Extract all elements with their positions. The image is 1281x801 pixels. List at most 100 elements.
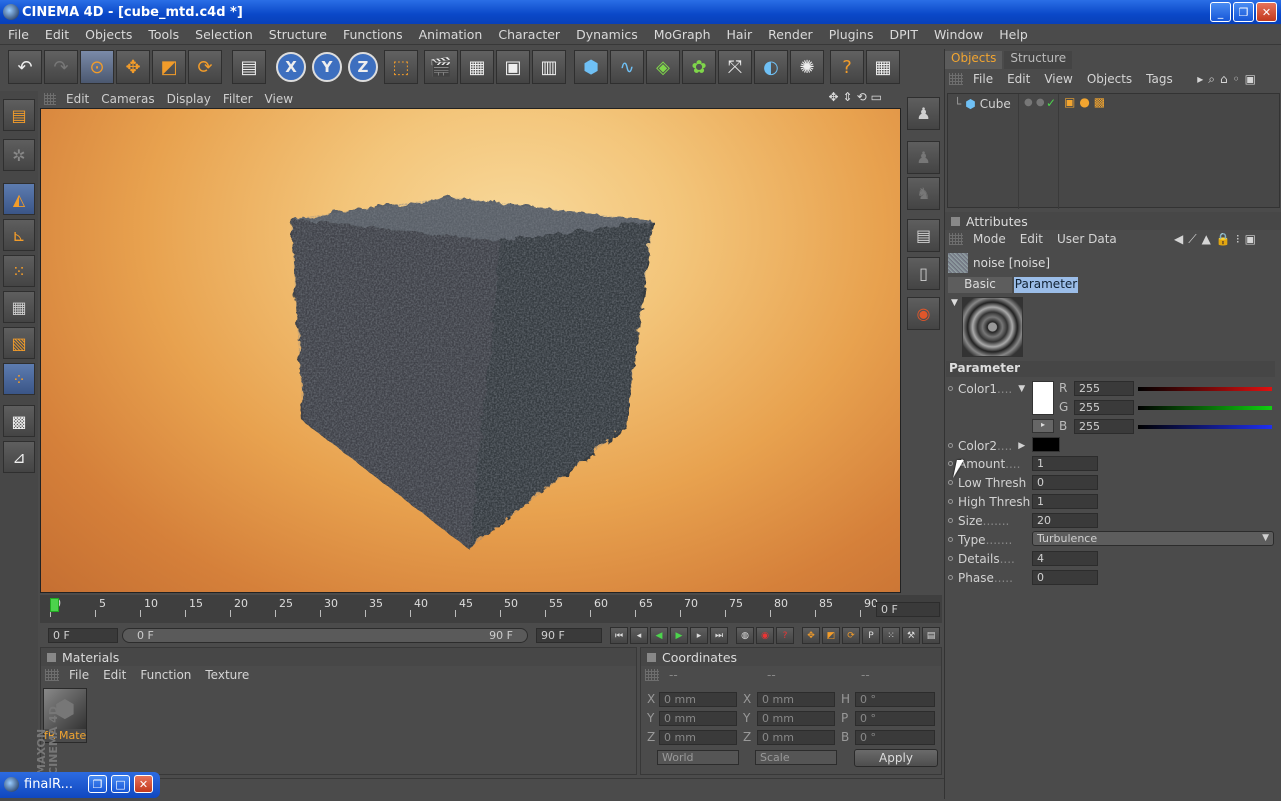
menu-window[interactable]: Window — [926, 27, 991, 42]
restore-icon[interactable]: ❐ — [1233, 2, 1254, 22]
object-row-cube[interactable]: └ ⬢ Cube — [954, 97, 1011, 111]
green-slider[interactable] — [1138, 406, 1272, 410]
objects-menu-file[interactable]: File — [973, 72, 1007, 86]
light-icon[interactable]: ✺ — [790, 50, 824, 84]
tab-basic[interactable]: Basic — [948, 277, 1012, 293]
nurbs-icon[interactable]: ◈ — [646, 50, 680, 84]
details-field[interactable]: 4 — [1032, 551, 1098, 566]
coord-position-field[interactable]: 0 mm — [659, 711, 737, 726]
key-scale-icon[interactable]: ◩ — [822, 627, 840, 644]
menu-edit[interactable]: Edit — [37, 27, 77, 42]
menu-plugins[interactable]: Plugins — [821, 27, 882, 42]
menu-hair[interactable]: Hair — [719, 27, 761, 42]
menu-render[interactable]: Render — [760, 27, 821, 42]
menu-objects[interactable]: Objects — [77, 27, 140, 42]
prev-key-icon[interactable]: ◂ — [630, 627, 648, 644]
deformer-icon[interactable]: ⤧ — [718, 50, 752, 84]
render-active-view-icon[interactable]: ▤ — [907, 219, 940, 252]
apply-button[interactable]: Apply — [854, 749, 938, 767]
attributes-menu-edit[interactable]: Edit — [1020, 232, 1057, 246]
edges-mode-icon[interactable]: ▦ — [3, 291, 35, 323]
scale-dropdown[interactable]: Scale — [755, 750, 837, 765]
key-rotation-icon[interactable]: ⟳ — [842, 627, 860, 644]
go-to-start-icon[interactable]: ⏮ — [610, 627, 628, 644]
color2-expand-icon[interactable]: ▶ — [1018, 441, 1025, 451]
key-pla-icon[interactable]: ⁙ — [882, 627, 900, 644]
scene-icon[interactable]: ◐ — [754, 50, 788, 84]
end-frame-field[interactable]: 90 F — [536, 628, 602, 643]
viewport-menu-display[interactable]: Display — [167, 92, 223, 106]
character-pose-icon[interactable]: ♟ — [907, 141, 940, 174]
render-settings-icon[interactable]: ▥ — [532, 50, 566, 84]
color1-expand-icon[interactable]: ▼ — [1018, 384, 1025, 394]
render-view-icon[interactable]: 🎬 — [424, 50, 458, 84]
keyframe-dot-icon[interactable] — [948, 556, 953, 561]
objects-search-icons[interactable]: ▸⌕⌂◦▣ — [1197, 72, 1275, 87]
minimize-icon[interactable]: _ — [1210, 2, 1231, 22]
taskbar-restore-icon[interactable]: ❐ — [88, 775, 107, 793]
phase-field[interactable]: 0 — [1032, 570, 1098, 585]
objects-menu-view[interactable]: View — [1044, 72, 1086, 86]
coord-rotation-field[interactable]: 0 ° — [855, 692, 935, 707]
close-icon[interactable]: ✕ — [1256, 2, 1277, 22]
objects-menu-objects[interactable]: Objects — [1087, 72, 1146, 86]
go-to-end-icon[interactable]: ⏭ — [710, 627, 728, 644]
menu-structure[interactable]: Structure — [261, 27, 335, 42]
recent-tools-icon[interactable]: ▤ — [232, 50, 266, 84]
objects-menu-edit[interactable]: Edit — [1007, 72, 1044, 86]
keyframe-dot-icon[interactable] — [948, 386, 953, 391]
object-axis-icon[interactable]: ⊾ — [3, 219, 35, 251]
keyframe-dot-icon[interactable] — [948, 518, 953, 523]
keyframe-dot-icon[interactable] — [948, 480, 953, 485]
preview-range-slider[interactable]: 0 F 90 F — [122, 628, 528, 643]
attributes-menu-userdata[interactable]: User Data — [1057, 232, 1131, 246]
keyframe-dot-icon[interactable] — [948, 537, 953, 542]
blue-slider[interactable] — [1138, 425, 1272, 429]
document-icon[interactable]: ▯ — [907, 257, 940, 290]
materials-menu-file[interactable]: File — [69, 668, 103, 682]
keyframe-selection-icon[interactable]: ? — [776, 627, 794, 644]
z-axis-icon[interactable]: Z — [348, 52, 378, 82]
globe-icon[interactable]: ◉ — [907, 297, 940, 330]
color1-swatch[interactable] — [1032, 381, 1054, 415]
redo-icon[interactable]: ↷ — [44, 50, 78, 84]
menu-dpit[interactable]: DPIT — [881, 27, 926, 42]
menu-functions[interactable]: Functions — [335, 27, 411, 42]
red-slider[interactable] — [1138, 387, 1272, 391]
viewport-nav-icons[interactable]: ✥⇕⟲▭ — [828, 90, 898, 104]
coord-size-field[interactable]: 0 mm — [757, 730, 835, 745]
tab-objects[interactable]: Objects — [945, 51, 1003, 69]
coord-position-field[interactable]: 0 mm — [659, 730, 737, 745]
taskbar-item[interactable]: finalR... ❐ □ ✕ — [0, 772, 160, 798]
key-tools-icon[interactable]: ⚒ — [902, 627, 920, 644]
play-backward-icon[interactable]: ◀ — [650, 627, 668, 644]
start-frame-field[interactable]: 0 F — [48, 628, 118, 643]
object-name[interactable]: Cube — [980, 97, 1011, 111]
color-mode-icon[interactable]: ▸ — [1032, 419, 1054, 433]
type-dropdown[interactable]: Turbulence ▼ — [1032, 531, 1274, 546]
key-parameter-icon[interactable]: P — [862, 627, 880, 644]
scale-icon[interactable]: ◩ — [152, 50, 186, 84]
rotate-icon[interactable]: ⟳ — [188, 50, 222, 84]
taskbar-maximize-icon[interactable]: □ — [111, 775, 130, 793]
record-icon[interactable]: ◍ — [736, 627, 754, 644]
color1-r-field[interactable]: 255 — [1074, 381, 1134, 396]
color2-swatch[interactable] — [1032, 437, 1060, 452]
visibility-dots-icon[interactable]: ● ● — [1024, 97, 1045, 108]
color1-g-field[interactable]: 255 — [1074, 400, 1134, 415]
render-picture-viewer-icon[interactable]: ▣ — [496, 50, 530, 84]
menu-help[interactable]: Help — [991, 27, 1036, 42]
render-region-icon[interactable]: ▦ — [460, 50, 494, 84]
menu-mograph[interactable]: MoGraph — [646, 27, 719, 42]
key-position-icon[interactable]: ✥ — [802, 627, 820, 644]
tab-parameter[interactable]: Parameter — [1014, 277, 1078, 293]
keyframe-dot-icon[interactable] — [948, 575, 953, 580]
help-icon[interactable]: ? — [830, 50, 864, 84]
workplane-icon[interactable]: ▩ — [3, 405, 35, 437]
layout-icon[interactable]: ▦ — [866, 50, 900, 84]
taskbar-close-icon[interactable]: ✕ — [134, 775, 153, 793]
autokey-icon[interactable]: ◉ — [756, 627, 774, 644]
menu-file[interactable]: File — [0, 27, 37, 42]
timeline-layout-icon[interactable]: ▤ — [922, 627, 940, 644]
use-object-axis-icon[interactable]: ✲ — [3, 139, 35, 171]
